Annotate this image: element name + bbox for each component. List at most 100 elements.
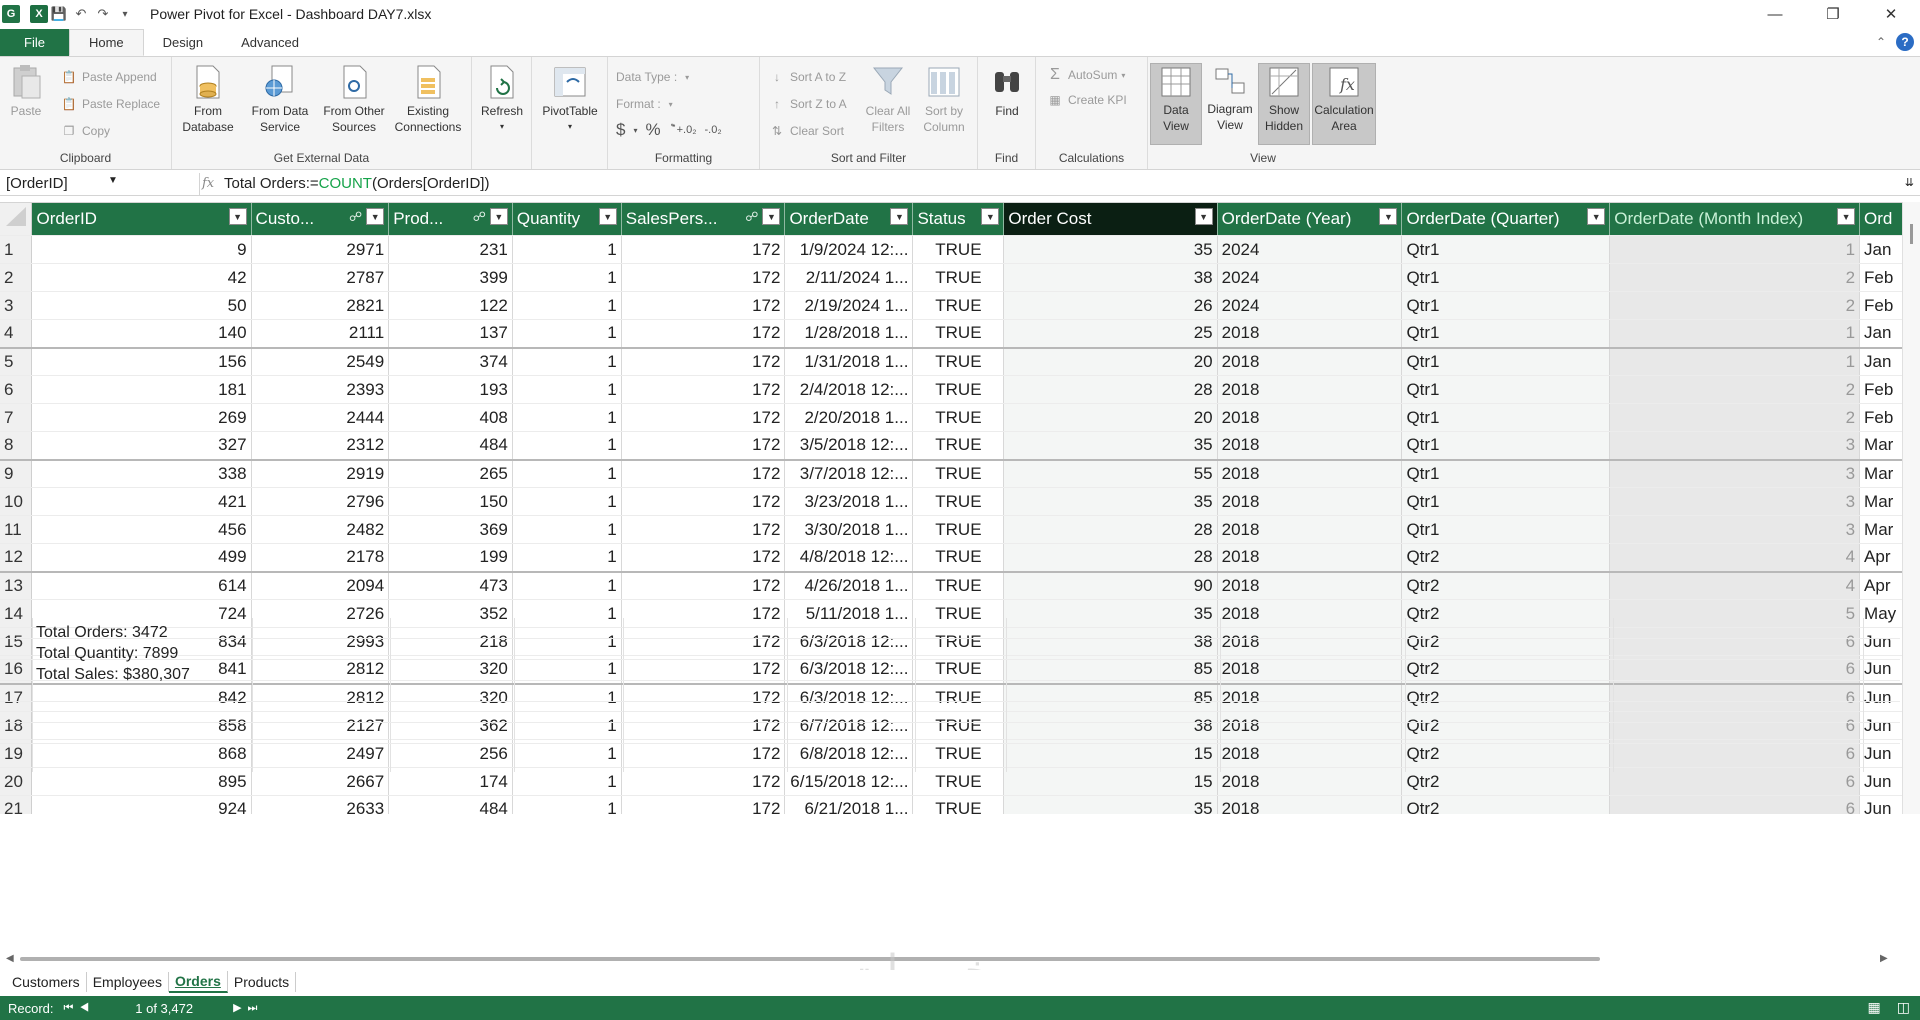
row-number[interactable]: 10 — [0, 487, 33, 516]
tab-advanced[interactable]: Advanced — [222, 29, 318, 56]
column-header-product[interactable]: Prod... ☍ ▼ — [388, 203, 513, 236]
table-tab-products[interactable]: Products — [228, 972, 297, 992]
measure-total-sales[interactable]: Total Sales: $380,307 — [36, 666, 190, 684]
pivottable-dropdown-icon[interactable]: ▾ — [568, 119, 572, 135]
cell-order-cost[interactable]: 90 — [1003, 571, 1218, 600]
table-row[interactable]: 12 499 2178 199 1 172 4/8/2018 12:... TRUE 28 201… — [0, 543, 1920, 573]
cell-quantity[interactable]: 1 — [512, 403, 622, 432]
table-row[interactable]: 4 140 2111 137 1 172 1/28/2018 1... TRUE 25 2018 Q… — [0, 319, 1920, 349]
cell-month-index[interactable]: 3 — [1609, 515, 1861, 544]
customize-qat-icon[interactable]: ▾ — [114, 3, 136, 25]
cell-customer[interactable]: 2482 — [251, 515, 390, 544]
cell-status[interactable]: TRUE — [912, 347, 1005, 376]
cell-customer[interactable]: 2971 — [251, 235, 390, 264]
cell-salesperson[interactable]: 172 — [621, 571, 786, 600]
table-row[interactable]: 1 9 2971 231 1 172 1/9/2024 12:... TRUE 35 2024 Qt… — [0, 235, 1920, 264]
cell-orderid[interactable]: 421 — [31, 487, 252, 516]
column-header-order-cost[interactable]: Order Cost ▼ — [1003, 203, 1218, 236]
column-header-quantity[interactable]: Quantity ▼ — [512, 203, 622, 236]
cell-orderdate[interactable]: 3/30/2018 1... — [784, 515, 914, 544]
cell-customer[interactable]: 2111 — [251, 319, 390, 349]
cell-customer[interactable]: 2633 — [251, 795, 390, 814]
decrease-decimal-button[interactable]: -.0₂ — [704, 124, 721, 136]
row-number[interactable]: 8 — [0, 431, 33, 461]
cell-customer[interactable]: 2796 — [251, 487, 390, 516]
filter-dropdown-icon[interactable]: ▼ — [1379, 208, 1398, 225]
cell-salesperson[interactable]: 172 — [621, 515, 786, 544]
cell-orderid[interactable]: 140 — [31, 319, 252, 349]
cell-month-index[interactable]: 4 — [1609, 543, 1861, 573]
cell-quarter[interactable]: Qtr1 — [1401, 347, 1611, 376]
row-number[interactable]: 3 — [0, 291, 33, 320]
cell-quantity[interactable]: 1 — [512, 459, 622, 488]
cell-month-index[interactable]: 3 — [1609, 487, 1861, 516]
cell-status[interactable]: TRUE — [912, 459, 1005, 488]
cell-year[interactable]: 2018 — [1217, 375, 1403, 404]
cell-orderdate[interactable]: 2/19/2024 1... — [784, 291, 914, 320]
record-nav-next-last[interactable]: ▶⏭ — [233, 1001, 263, 1015]
cell-orderid[interactable]: 181 — [31, 375, 252, 404]
cell-product[interactable]: 265 — [388, 459, 513, 488]
name-box-dropdown-icon[interactable]: ▼ — [108, 175, 118, 186]
cell-status[interactable]: TRUE — [912, 571, 1005, 600]
table-row[interactable]: 11 456 2482 369 1 172 3/30/2018 1... TRUE 28 2018… — [0, 515, 1920, 544]
cell-orderid[interactable]: 499 — [31, 543, 252, 573]
cell-order-cost[interactable]: 25 — [1003, 319, 1218, 349]
cell-product[interactable]: 199 — [388, 543, 513, 573]
table-row[interactable]: 2 42 2787 399 1 172 2/11/2024 1... TRUE 38 2024 Qt… — [0, 263, 1920, 292]
cell-customer[interactable]: 2549 — [251, 347, 390, 376]
cell-orderdate[interactable]: 6/21/2018 1... — [784, 795, 914, 814]
cell-year[interactable]: 2018 — [1217, 515, 1403, 544]
table-row[interactable]: 21 924 2633 484 1 172 6/21/2018 1... TRUE 35 2018… — [0, 795, 1920, 814]
cell-customer[interactable]: 2821 — [251, 291, 390, 320]
cell-orderid[interactable]: 614 — [31, 571, 252, 600]
cell-year[interactable]: 2018 — [1217, 319, 1403, 349]
create-kpi-button[interactable]: ▦ Create KPI — [1046, 90, 1126, 110]
cell-order-cost[interactable]: 20 — [1003, 347, 1218, 376]
row-number[interactable]: 12 — [0, 543, 33, 573]
minimize-icon[interactable]: — — [1746, 0, 1804, 28]
row-number[interactable]: 4 — [0, 319, 33, 349]
copy-button[interactable]: ❐ Copy — [60, 121, 110, 141]
cell-salesperson[interactable]: 172 — [621, 459, 786, 488]
from-data-service-button[interactable]: From Data Service — [246, 63, 314, 135]
cell-orderdate[interactable]: 4/26/2018 1... — [784, 571, 914, 600]
cell-orderdate[interactable]: 1/31/2018 1... — [784, 347, 914, 376]
cell-year[interactable]: 2024 — [1217, 291, 1403, 320]
paste-replace-button[interactable]: 📋 Paste Replace — [60, 94, 161, 114]
table-row[interactable]: 9 338 2919 265 1 172 3/7/2018 12:... TRUE 55 2018… — [0, 459, 1920, 488]
table-row[interactable]: 6 181 2393 193 1 172 2/4/2018 12:... TRUE 28 2018… — [0, 375, 1920, 404]
cell-orderdate[interactable]: 2/11/2024 1... — [784, 263, 914, 292]
cell-salesperson[interactable]: 172 — [621, 235, 786, 264]
cell-status[interactable]: TRUE — [912, 263, 1005, 292]
refresh-dropdown-icon[interactable]: ▾ — [500, 119, 504, 135]
cell-month-index[interactable]: 2 — [1609, 263, 1861, 292]
row-number[interactable]: 7 — [0, 403, 33, 432]
cell-status[interactable]: TRUE — [912, 319, 1005, 349]
table-row[interactable]: 8 327 2312 484 1 172 3/5/2018 12:... TRUE 35 2018… — [0, 431, 1920, 461]
cell-customer[interactable]: 2444 — [251, 403, 390, 432]
cell-quantity[interactable]: 1 — [512, 543, 622, 573]
select-all-corner[interactable] — [0, 203, 33, 236]
sort-by-column-button[interactable]: Sort by Column — [916, 63, 972, 135]
cell-quarter[interactable]: Qtr1 — [1401, 403, 1611, 432]
collapse-ribbon-icon[interactable]: ⌃ — [1876, 35, 1886, 49]
refresh-button[interactable]: Refresh ▾ — [476, 63, 528, 135]
cell-order-cost[interactable]: 38 — [1003, 263, 1218, 292]
table-row[interactable]: 3 50 2821 122 1 172 2/19/2024 1... TRUE 26 2024 Qt… — [0, 291, 1920, 320]
cell-salesperson[interactable]: 172 — [621, 431, 786, 461]
cell-orderdate[interactable]: 3/5/2018 12:... — [784, 431, 914, 461]
cell-order-cost[interactable]: 35 — [1003, 795, 1218, 814]
cell-quantity[interactable]: 1 — [512, 347, 622, 376]
cell-orderid[interactable]: 456 — [31, 515, 252, 544]
currency-button[interactable]: $ — [616, 120, 625, 140]
cell-quarter[interactable]: Qtr1 — [1401, 459, 1611, 488]
grid-view-icon[interactable]: ▦ — [1868, 999, 1881, 1016]
scroll-left-icon[interactable]: ◀ — [6, 953, 14, 964]
paste-append-button[interactable]: 📋 Paste Append — [60, 67, 157, 87]
column-header-orderdate-month-index[interactable]: OrderDate (Month Index) ▼ — [1609, 203, 1861, 236]
column-header-orderdate-quarter[interactable]: OrderDate (Quarter) ▼ — [1401, 203, 1611, 236]
filter-dropdown-icon[interactable]: ▼ — [762, 208, 781, 225]
cell-year[interactable]: 2018 — [1217, 347, 1403, 376]
cell-product[interactable]: 374 — [388, 347, 513, 376]
